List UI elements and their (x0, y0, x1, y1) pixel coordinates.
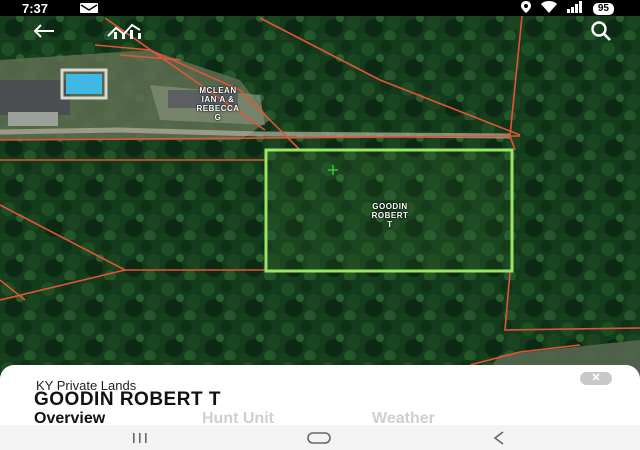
house-roof (0, 80, 70, 115)
parcel-label-line: GOODIN (372, 202, 408, 211)
parcel-label-line: IAN A & (201, 95, 235, 104)
close-button[interactable] (580, 372, 612, 385)
system-nav-bar (0, 425, 640, 450)
parcel-label-mclean[interactable]: MCLEAN IAN A & REBECCA G (178, 86, 258, 122)
parcel-label-line: ROBERT (371, 211, 409, 220)
back-button[interactable] (28, 16, 60, 46)
parcel-label-line: REBECCA (196, 104, 240, 113)
home-button[interactable] (302, 425, 336, 450)
close-icon (592, 373, 600, 381)
parcel-label-line: G (214, 113, 222, 122)
nav-back-button[interactable] (484, 425, 514, 450)
search-icon (591, 21, 611, 41)
recents-button[interactable] (124, 425, 156, 450)
home-icon (307, 431, 331, 444)
house-patio (8, 112, 58, 126)
battery-indicator: 95 (592, 2, 614, 15)
status-indicators: 95 (520, 1, 614, 16)
location-icon (520, 1, 531, 16)
search-button[interactable] (584, 16, 618, 46)
swimming-pool (66, 74, 102, 94)
mail-icon (80, 3, 98, 13)
signal-icon (566, 1, 583, 16)
tab-hunt-unit[interactable]: Hunt Unit (202, 410, 274, 425)
back-arrow-icon (33, 24, 54, 38)
tab-weather[interactable]: Weather (372, 410, 435, 425)
wifi-icon (540, 1, 557, 16)
map-toolbar (0, 16, 640, 50)
tab-overview[interactable]: Overview (34, 410, 105, 425)
parcel-detail-sheet[interactable]: KY Private Lands GOODIN ROBERT T Overvie… (0, 365, 640, 425)
status-time: 7:37 (22, 1, 49, 16)
stats-button[interactable] (104, 16, 144, 46)
nav-back-icon (493, 430, 504, 445)
parcel-label-line: T (387, 220, 393, 229)
recents-icon (133, 432, 147, 443)
parcel-label-line: MCLEAN (199, 86, 237, 95)
status-bar: 7:37 95 (0, 0, 640, 16)
parcel-label-goodin[interactable]: GOODIN ROBERT T (350, 202, 430, 229)
sheet-tabs: Overview Hunt Unit Weather (34, 410, 634, 425)
stats-chart-icon (107, 23, 141, 39)
sheet-title: GOODIN ROBERT T (34, 389, 221, 410)
